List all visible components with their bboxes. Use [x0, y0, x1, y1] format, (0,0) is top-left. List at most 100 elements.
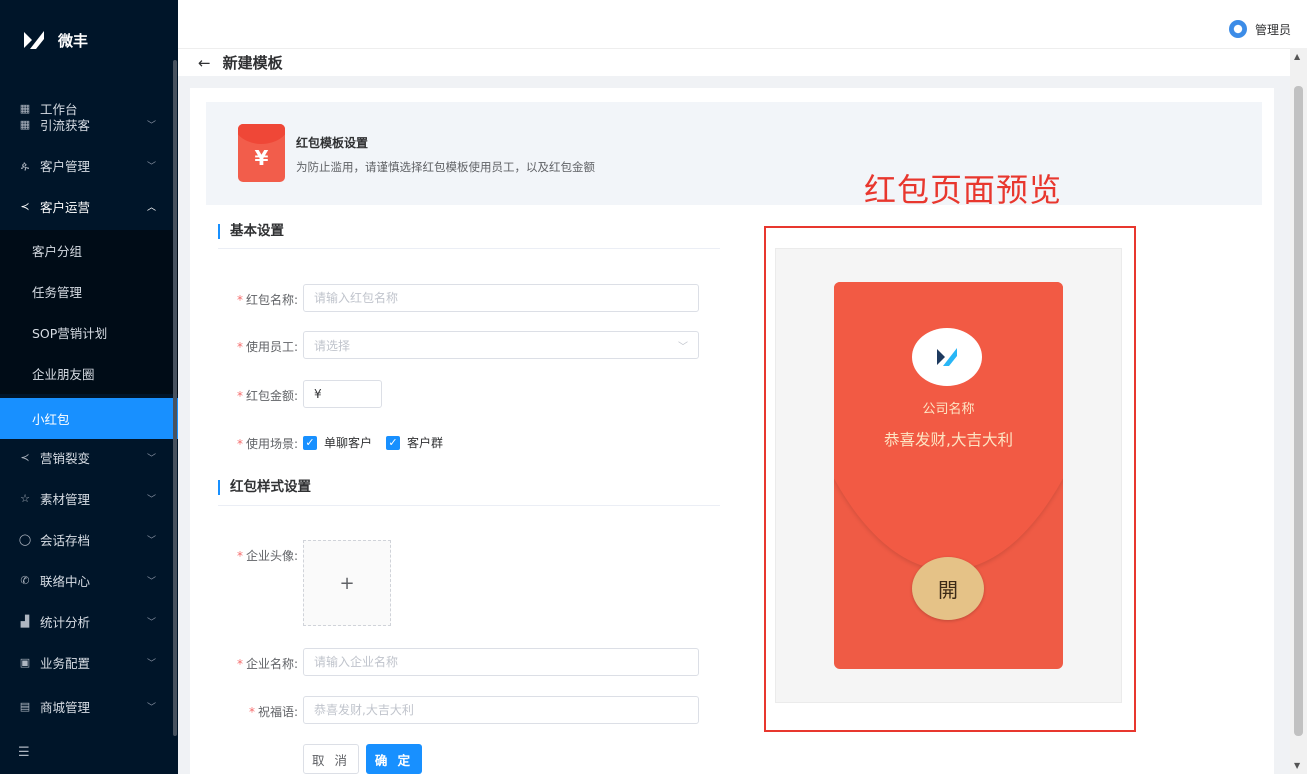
amount-input[interactable]: ¥: [303, 380, 382, 408]
bless-label: * 祝福语:: [248, 705, 298, 719]
user-menu[interactable]: 管理员: [1228, 20, 1291, 38]
sidebar-subitem-label: 客户分组: [32, 244, 83, 259]
sidebar-subitem-label: SOP营销计划: [32, 326, 108, 341]
sidebar-item-shop[interactable]: ▤ 商城管理 ﹀: [0, 686, 178, 727]
chart-icon: ▟: [20, 615, 30, 628]
currency-prefix: ¥: [314, 387, 322, 401]
avatar-upload[interactable]: +: [303, 540, 391, 626]
scene-checkbox-single[interactable]: ✓ 单聊客户: [303, 434, 372, 451]
sidebar-item-materials[interactable]: ☆ 素材管理 ﹀: [0, 478, 178, 519]
sidebar-subitem-moments[interactable]: 企业朋友圈: [0, 353, 178, 394]
sidebar-item-customers[interactable]: ዹ 客户管理 ﹀: [0, 145, 178, 186]
chat-icon: ◯: [18, 533, 32, 546]
page-title: 新建模板: [222, 54, 283, 72]
sidebar-item-label: 客户运营: [40, 200, 91, 215]
sidebar-item-config[interactable]: ▣ 业务配置 ﹀: [0, 642, 178, 683]
cancel-button[interactable]: 取 消: [303, 744, 359, 774]
sidebar-item-archive[interactable]: ◯ 会话存档 ﹀: [0, 519, 178, 560]
chevron-down-icon: ﹀: [146, 659, 156, 669]
staff-select[interactable]: 请选择 ﹀: [303, 331, 699, 359]
scroll-down-icon[interactable]: ▼: [1294, 761, 1300, 770]
amount-label: * 红包金额:: [236, 389, 298, 403]
info-banner: ¥ 红包模板设置 为防止滥用，请谨慎选择红包模板使用员工，以及红包金额: [206, 102, 1262, 205]
sidebar-item-label: 引流获客: [40, 118, 91, 133]
red-packet-icon: ¥: [238, 124, 285, 182]
sidebar-item-fission[interactable]: ≺ 营销裂变 ﹀: [0, 437, 178, 478]
red-packet-flap: [834, 282, 1063, 570]
avatar: [1228, 20, 1247, 38]
checkbox-label: 客户群: [407, 436, 444, 450]
company-name-input[interactable]: [303, 648, 699, 676]
shop-icon: ▤: [19, 700, 31, 713]
sidebar-subitem-groups[interactable]: 客户分组: [0, 230, 178, 271]
checkbox-label: 单聊客户: [324, 436, 373, 450]
page-header: ← 新建模板: [178, 48, 1290, 76]
chevron-down-icon: ﹀: [146, 703, 156, 713]
collapse-icon[interactable]: ☰: [18, 745, 30, 760]
preview-company-name: 公司名称: [922, 402, 975, 417]
chevron-down-icon: ﹀: [146, 577, 156, 587]
user-name: 管理员: [1254, 22, 1291, 37]
sidebar-item-label: 联络中心: [40, 574, 91, 589]
sidebar-subitem-sop[interactable]: SOP营销计划: [0, 312, 178, 353]
company-label: * 企业名称:: [236, 657, 298, 671]
scene-checkbox-group[interactable]: ✓ 客户群: [386, 434, 443, 451]
checkbox-checked-icon: ✓: [303, 435, 317, 450]
sidebar-item-traffic[interactable]: ▦ 引流获客 ﹀: [0, 104, 178, 145]
section-style-title: 红包样式设置: [218, 480, 311, 495]
phone-icon: ✆: [20, 574, 30, 587]
sidebar-item-stats[interactable]: ▟ 统计分析 ﹀: [0, 601, 178, 642]
share-icon: ≺: [20, 200, 30, 213]
sidebar-scrollbar[interactable]: [173, 60, 177, 736]
sidebar-item-operations[interactable]: ≺ 客户运营 ︿: [0, 186, 178, 227]
banner-description: 为防止滥用，请谨慎选择红包模板使用员工，以及红包金额: [296, 160, 595, 174]
sidebar-item-contact[interactable]: ✆ 联络中心 ﹀: [0, 560, 178, 601]
chevron-down-icon: ﹀: [146, 536, 156, 546]
sidebar-item-label: 客户管理: [40, 159, 91, 174]
scroll-up-icon[interactable]: ▲: [1294, 52, 1300, 61]
sidebar-subitem-tasks[interactable]: 任务管理: [0, 271, 178, 312]
plus-icon: +: [339, 572, 355, 594]
brand-logo-icon: [24, 31, 44, 49]
divider: [218, 248, 720, 249]
users-icon: ዹ: [20, 158, 30, 172]
chevron-down-icon: ﹀: [146, 495, 156, 505]
company-logo-preview: [912, 328, 982, 386]
open-button[interactable]: 開: [912, 557, 984, 620]
sidebar-subitem-label: 小红包: [32, 412, 70, 427]
scrollbar-thumb[interactable]: [1294, 86, 1303, 736]
section-basic-title: 基本设置: [218, 224, 284, 239]
chevron-down-icon: ﹀: [678, 342, 688, 353]
config-icon: ▣: [19, 656, 31, 669]
confirm-button[interactable]: 确 定: [366, 744, 422, 774]
staff-label: * 使用员工:: [236, 340, 298, 354]
sidebar-item-label: 商城管理: [40, 700, 91, 715]
avatar-label: * 企业头像:: [236, 549, 298, 563]
top-bar: 管理员: [178, 0, 1307, 48]
star-icon: ☆: [20, 492, 30, 505]
app-logo[interactable]: 微丰: [0, 0, 178, 80]
app-name: 微丰: [58, 31, 89, 50]
divider: [218, 505, 720, 506]
sidebar-item-label: 营销裂变: [40, 451, 91, 466]
preview-blessing: 恭喜发财,大吉大利: [884, 431, 1013, 449]
blessing-input[interactable]: [303, 696, 699, 724]
chevron-up-icon: ︿: [146, 203, 156, 213]
banner-title: 红包模板设置: [296, 136, 369, 150]
sidebar-item-label: 会话存档: [40, 533, 91, 548]
sidebar-subitem-label: 企业朋友圈: [32, 367, 95, 382]
chevron-down-icon: ﹀: [146, 121, 156, 131]
sidebar-subitem-red-packet[interactable]: 小红包: [0, 398, 178, 439]
sidebar-subitem-label: 任务管理: [32, 285, 83, 300]
staff-select-placeholder: 请选择: [314, 338, 351, 353]
name-label: * 红包名称:: [236, 293, 298, 307]
sidebar: 微丰 ▦ 工作台 ▦ 引流获客 ﹀ ዹ 客户管理 ﹀ ≺ 客户运营 ︿ 客户分组…: [0, 0, 178, 774]
red-packet-name-input[interactable]: [303, 284, 699, 312]
funnel-icon: ▦: [19, 118, 31, 131]
preview-annotation: 红包页面预览: [864, 171, 1063, 209]
chevron-down-icon: ﹀: [146, 618, 156, 628]
chevron-down-icon: ﹀: [146, 162, 156, 172]
main-scrollbar[interactable]: ▲ ▼: [1290, 48, 1307, 774]
chevron-down-icon: ﹀: [146, 454, 156, 464]
arrow-left-icon[interactable]: ←: [198, 54, 211, 72]
